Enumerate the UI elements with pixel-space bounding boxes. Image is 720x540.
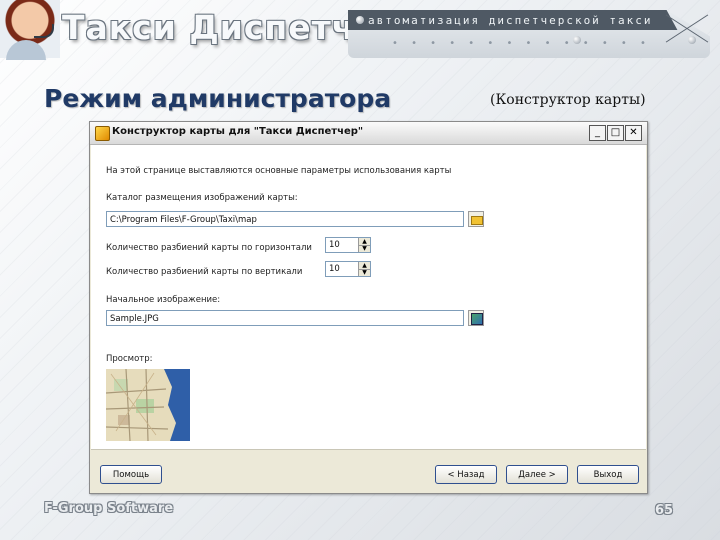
vertical-split-label: Количество разбиений карты по вертикали bbox=[106, 267, 303, 277]
cross-lines-decoration bbox=[664, 12, 708, 46]
browse-folder-button[interactable] bbox=[468, 211, 484, 227]
close-button[interactable]: ✕ bbox=[625, 125, 642, 141]
browse-image-button[interactable] bbox=[468, 310, 484, 326]
next-button[interactable]: Далее > bbox=[506, 465, 568, 484]
exit-button[interactable]: Выход bbox=[577, 465, 639, 484]
page-number: 65 bbox=[655, 503, 674, 518]
spin-down-icon[interactable]: ▼ bbox=[359, 245, 370, 252]
spinner-buttons: ▲ ▼ bbox=[358, 262, 370, 276]
map-preview-image bbox=[106, 369, 190, 441]
folder-path-input[interactable]: C:\Program Files\F-Group\Taxi\map bbox=[106, 211, 464, 227]
help-button[interactable]: Помощь bbox=[100, 465, 162, 484]
intro-text: На этой странице выставляются основные п… bbox=[106, 166, 452, 176]
maximize-button[interactable]: □ bbox=[607, 125, 624, 141]
spin-down-icon[interactable]: ▼ bbox=[359, 269, 370, 276]
dots-decoration: • • • • • • • • • • • • • • bbox=[392, 38, 651, 49]
company-footer: F-Group Software bbox=[44, 501, 174, 516]
vertical-split-value: 10 bbox=[329, 264, 340, 274]
slide-title: Режим администратора bbox=[44, 84, 392, 113]
window-title: Конструктор карты для "Такси Диспетчер" bbox=[112, 126, 364, 137]
slide-subtitle: (Конструктор карты) bbox=[490, 92, 646, 108]
bullet-icon bbox=[356, 16, 364, 24]
minimize-button[interactable]: _ bbox=[589, 125, 606, 141]
header-banner: Такси Диспетчер автоматизация диспетчерс… bbox=[0, 0, 720, 62]
dialog-body: На этой странице выставляются основные п… bbox=[91, 145, 646, 449]
horizontal-split-spinner[interactable]: 10 ▲ ▼ bbox=[325, 237, 371, 253]
bullet-icon bbox=[573, 36, 581, 44]
dialog-button-bar: Помощь < Назад Далее > Выход bbox=[91, 449, 646, 493]
window-titlebar[interactable]: Конструктор карты для "Такси Диспетчер" … bbox=[90, 122, 647, 145]
spinner-buttons: ▲ ▼ bbox=[358, 238, 370, 252]
horizontal-split-label: Количество разбиений карты по горизонтал… bbox=[106, 243, 312, 253]
map-constructor-dialog: Конструктор карты для "Такси Диспетчер" … bbox=[89, 121, 648, 494]
folder-label: Каталог размещения изображений карты: bbox=[106, 193, 298, 203]
back-button[interactable]: < Назад bbox=[435, 465, 497, 484]
app-icon bbox=[95, 126, 110, 141]
image-icon bbox=[471, 313, 483, 325]
start-image-input[interactable]: Sample.JPG bbox=[106, 310, 464, 326]
preview-label: Просмотр: bbox=[106, 354, 153, 364]
product-subtitle: автоматизация диспетчерской такси bbox=[368, 14, 653, 27]
folder-icon bbox=[471, 216, 483, 225]
start-image-label: Начальное изображение: bbox=[106, 295, 221, 305]
vertical-split-spinner[interactable]: 10 ▲ ▼ bbox=[325, 261, 371, 277]
horizontal-split-value: 10 bbox=[329, 240, 340, 250]
